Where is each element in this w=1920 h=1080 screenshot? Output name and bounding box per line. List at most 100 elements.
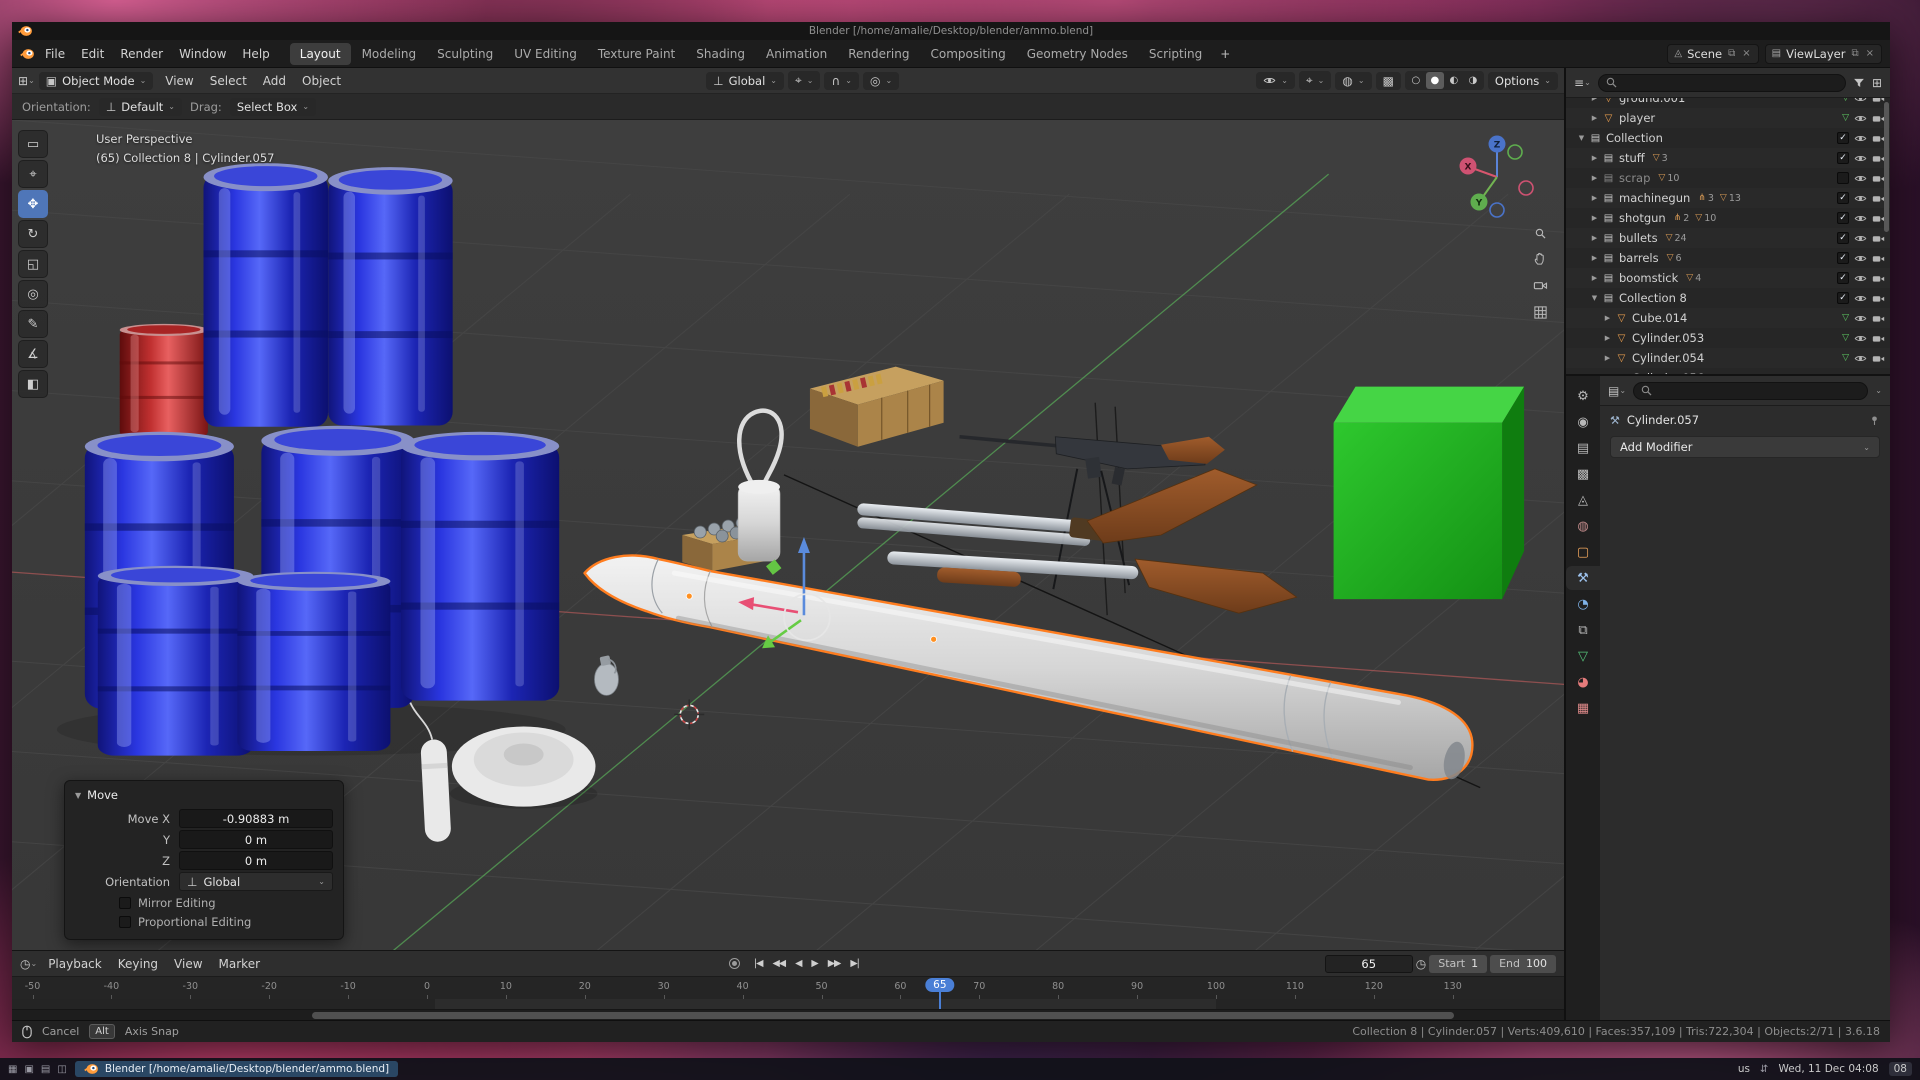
blue-barrel[interactable] (401, 432, 559, 701)
hide-in-viewport-icon[interactable] (1854, 152, 1867, 165)
properties-tab-material[interactable]: ◕ (1566, 670, 1600, 694)
tray-indicator-icon[interactable]: ⇵ (1760, 1064, 1768, 1075)
gizmo-x-label[interactable]: X (1465, 163, 1472, 173)
toggle-grid-icon[interactable] (1533, 305, 1548, 320)
shading-rendered-button[interactable]: ◑ (1464, 72, 1482, 89)
hide-in-viewport-icon[interactable] (1854, 252, 1867, 265)
exclude-checkbox[interactable] (1837, 152, 1849, 164)
tool-move[interactable]: ✥ (18, 190, 48, 218)
expand-toggle-icon[interactable]: ▶ (1601, 354, 1614, 362)
gizmo-z-label[interactable]: Z (1494, 141, 1501, 151)
viewport-menu-add[interactable]: Add (255, 71, 294, 91)
timeline-editor-type-icon[interactable]: ◷⌄ (20, 957, 37, 971)
menu-window[interactable]: Window (171, 44, 234, 64)
transport-next-keyframe[interactable]: ▶▶ (823, 957, 846, 970)
chevron-down-icon[interactable]: ⌄ (1875, 386, 1882, 395)
timeline-scrollbar-thumb[interactable] (312, 1012, 1454, 1019)
outliner-row-machinegun[interactable]: ▶▤machinegun⋔3▽13 (1566, 188, 1890, 208)
workspace-tab-layout[interactable]: Layout (290, 43, 351, 65)
unlink-scene-icon[interactable]: × (1741, 48, 1751, 59)
shading-material-button[interactable]: ◐ (1445, 72, 1463, 89)
outliner-row-cylinder-054[interactable]: ▶▽Cylinder.054▽ (1566, 348, 1890, 368)
expand-toggle-icon[interactable]: ▶ (1588, 214, 1601, 222)
timeline-menu-view[interactable]: View (166, 954, 210, 974)
disable-in-renders-icon[interactable] (1872, 292, 1885, 305)
tool-scale[interactable]: ◱ (18, 250, 48, 278)
workspace-tab-geometry-nodes[interactable]: Geometry Nodes (1017, 43, 1138, 65)
properties-tab-texture[interactable]: ▦ (1566, 696, 1600, 720)
drag-setting-dropdown[interactable]: Select Box ⌄ (230, 98, 316, 116)
hide-in-viewport-icon[interactable] (1854, 352, 1867, 365)
snapping-dropdown[interactable]: ∩⌄ (824, 72, 859, 90)
hide-in-viewport-icon[interactable] (1854, 112, 1867, 125)
hide-in-viewport-icon[interactable] (1854, 232, 1867, 245)
expand-toggle-icon[interactable]: ▶ (1588, 154, 1601, 162)
gizmo-y-label[interactable]: Y (1475, 199, 1483, 209)
timeline-area[interactable] (12, 999, 1564, 1009)
properties-tab-output[interactable]: ▤ (1566, 436, 1600, 460)
disable-in-renders-icon[interactable] (1872, 252, 1885, 265)
hide-in-viewport-icon[interactable] (1854, 312, 1867, 325)
frame-start-field[interactable]: Start1 (1429, 955, 1487, 973)
blender-app-menu-icon[interactable] (20, 48, 35, 60)
exclude-checkbox[interactable] (1837, 192, 1849, 204)
properties-tab-tool[interactable]: ⚙ (1566, 384, 1600, 408)
auto-keying-record-icon[interactable] (729, 958, 740, 969)
y-value-field[interactable]: 0 m (179, 830, 333, 849)
outliner-row-bullets[interactable]: ▶▤bullets▽24 (1566, 228, 1890, 248)
disable-in-renders-icon[interactable] (1872, 372, 1885, 375)
properties-tab-scene[interactable]: ◬ (1566, 488, 1600, 512)
camera-view-icon[interactable] (1533, 278, 1548, 293)
view-layer-selector[interactable]: ▤ ViewLayer ⧉ × (1765, 44, 1882, 64)
viewport-menu-select[interactable]: Select (202, 71, 255, 91)
transport-play-reverse[interactable]: ◀ (790, 957, 806, 970)
outliner-row-cube-014[interactable]: ▶▽Cube.014▽ (1566, 308, 1890, 328)
mode-dropdown[interactable]: ▣ Object Mode ⌄ (39, 72, 154, 90)
move-x-value-field[interactable]: -0.90883 m (179, 809, 333, 828)
green-cube[interactable] (1334, 387, 1525, 600)
detonator-jug[interactable] (738, 411, 781, 561)
disable-in-renders-icon[interactable] (1872, 272, 1885, 285)
hide-in-viewport-icon[interactable] (1854, 172, 1867, 185)
properties-search-input[interactable] (1633, 382, 1868, 400)
hide-in-viewport-icon[interactable] (1854, 332, 1867, 345)
viewport-menu-view[interactable]: View (157, 71, 201, 91)
transform-orientation-dropdown[interactable]: ⊥ Global ⌄ (706, 72, 784, 90)
blue-barrel[interactable] (98, 566, 254, 756)
xray-toggle[interactable]: ▩ (1376, 72, 1401, 90)
outliner-row-cylinder-056[interactable]: ▶▽Cylinder.056▽ (1566, 368, 1890, 374)
pan-hand-icon[interactable] (1533, 251, 1548, 266)
expand-toggle-icon[interactable]: ▶ (1601, 314, 1614, 322)
transport-jump-to-end[interactable]: ▶| (845, 957, 864, 970)
outliner-row-cylinder-053[interactable]: ▶▽Cylinder.053▽ (1566, 328, 1890, 348)
exclude-checkbox[interactable] (1837, 172, 1849, 184)
orientation-field-dropdown[interactable]: ⊥ Global ⌄ (179, 872, 333, 891)
exclude-checkbox[interactable] (1837, 212, 1849, 224)
outliner-row-collection-8[interactable]: ▼▤Collection 8 (1566, 288, 1890, 308)
expand-toggle-icon[interactable]: ▶ (1588, 174, 1601, 182)
workspace-tab-shading[interactable]: Shading (686, 43, 755, 65)
add-modifier-button[interactable]: Add Modifier ⌄ (1610, 436, 1880, 458)
mirror-editing-checkbox[interactable] (119, 897, 131, 909)
outliner-row-barrels[interactable]: ▶▤barrels▽6 (1566, 248, 1890, 268)
3d-viewport[interactable]: User Perspective (65) Collection 8 | Cyl… (12, 120, 1564, 950)
launcher-menu-icon[interactable]: ▦ (8, 1064, 17, 1075)
expand-toggle-icon[interactable]: ▶ (1601, 334, 1614, 342)
expand-toggle-icon[interactable]: ▶ (1588, 194, 1601, 202)
hide-in-viewport-icon[interactable] (1854, 98, 1867, 105)
move-panel-header[interactable]: ▼ Move (75, 788, 333, 802)
disable-in-renders-icon[interactable] (1872, 232, 1885, 245)
properties-tab-view-layer[interactable]: ▩ (1566, 462, 1600, 486)
menu-edit[interactable]: Edit (73, 44, 112, 64)
transport-prev-keyframe[interactable]: ◀◀ (767, 957, 790, 970)
current-frame-field[interactable]: 65 (1325, 955, 1413, 973)
hide-in-viewport-icon[interactable] (1854, 192, 1867, 205)
timeline-scrollbar[interactable] (12, 1009, 1564, 1020)
outliner-scrollbar[interactable] (1884, 102, 1889, 232)
red-barrel[interactable] (120, 324, 208, 437)
timeline-menu-keying[interactable]: Keying (110, 954, 166, 974)
expand-toggle-icon[interactable]: ▶ (1588, 254, 1601, 262)
workspace-tab-animation[interactable]: Animation (756, 43, 837, 65)
remove-view-layer-icon[interactable]: × (1865, 48, 1875, 59)
outliner-row-ground-001[interactable]: ▶▽ground.001▽ (1566, 98, 1890, 108)
